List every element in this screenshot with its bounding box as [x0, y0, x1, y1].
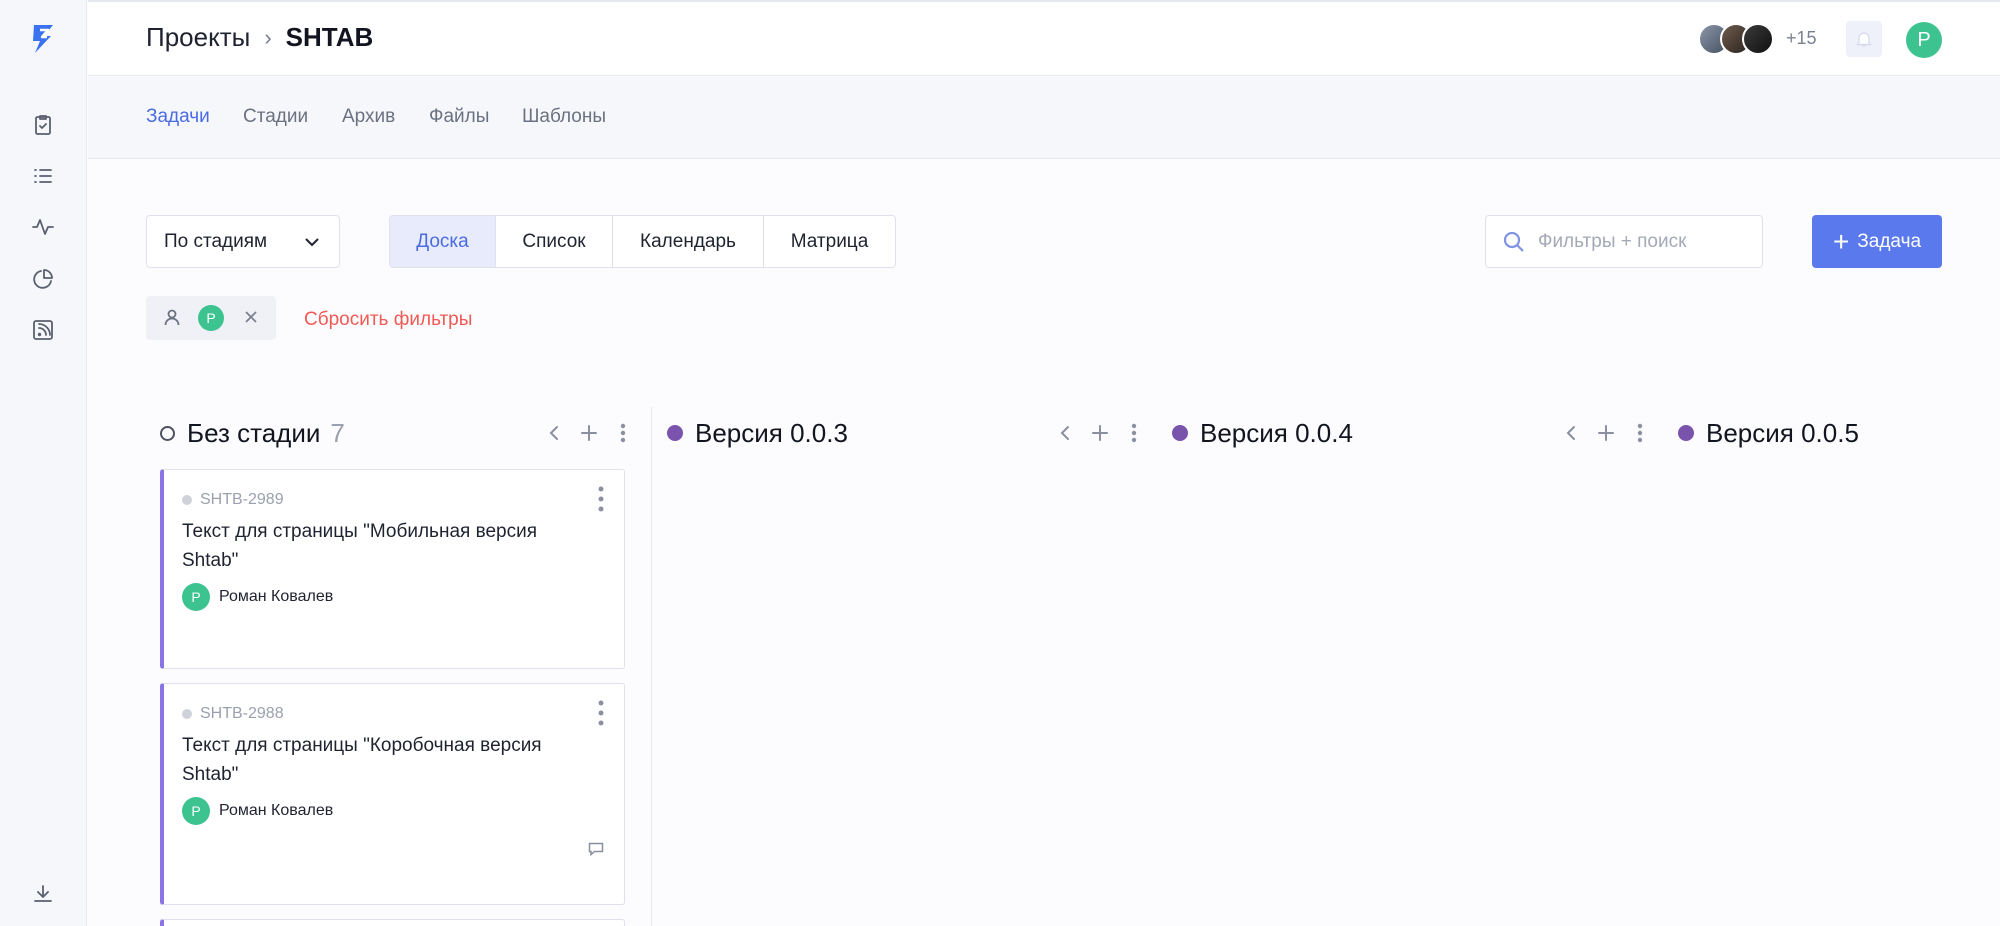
activity-icon[interactable]: [29, 213, 57, 241]
tab-tasks[interactable]: Задачи: [146, 106, 210, 128]
task-id: SHTB-2988: [182, 705, 284, 723]
close-icon[interactable]: [242, 308, 260, 326]
view-board-button[interactable]: Доска: [390, 216, 496, 267]
stage-dot: [1678, 425, 1694, 441]
search-box: [1485, 215, 1763, 268]
assignee-name: Роман Ковалев: [219, 802, 334, 819]
plus-icon: +: [1832, 225, 1850, 257]
task-assignee[interactable]: Р Роман Ковалев: [182, 797, 333, 825]
tab-templates[interactable]: Шаблоны: [522, 106, 606, 128]
column-header-version-005: Версия 0.0.5: [1678, 417, 1859, 449]
pie-chart-icon[interactable]: [29, 265, 57, 293]
view-switcher: Доска Список Календарь Матрица: [389, 215, 896, 268]
column-actions: [1560, 421, 1652, 445]
column-title: Версия 0.0.3: [695, 417, 848, 448]
add-card-icon[interactable]: [1594, 421, 1618, 445]
column-header-no-stage: Без стадии 7: [160, 417, 345, 449]
filter-assignee-avatar: Р: [198, 305, 224, 331]
collapse-left-icon[interactable]: [543, 421, 567, 445]
task-card[interactable]: [160, 919, 625, 926]
assignee-avatar: Р: [182, 583, 210, 611]
priority-dot: [182, 709, 192, 719]
assignee-name: Роман Ковалев: [219, 588, 334, 605]
group-by-select[interactable]: По стадиям: [146, 215, 340, 268]
chevron-right-icon: ›: [264, 24, 272, 50]
add-task-label: Задача: [1857, 230, 1922, 252]
tab-files[interactable]: Файлы: [429, 106, 489, 128]
column-divider: [651, 407, 652, 926]
sidebar: [0, 0, 87, 926]
tab-stages[interactable]: Стадии: [243, 106, 308, 128]
stage-dot: [1172, 425, 1188, 441]
chevron-down-icon: [305, 238, 319, 247]
group-by-value: По стадиям: [164, 230, 268, 252]
task-title[interactable]: Текст для страницы "Мобильная версия Sht…: [182, 517, 582, 575]
task-id-text: SHTB-2988: [200, 705, 284, 722]
add-card-icon[interactable]: [577, 421, 601, 445]
reset-filters-link[interactable]: Сбросить фильтры: [304, 309, 472, 331]
stage-empty-dot: [160, 425, 175, 441]
more-vertical-icon[interactable]: [1628, 421, 1652, 445]
tab-archive[interactable]: Архив: [342, 106, 395, 128]
column-actions: [1054, 421, 1146, 445]
rss-icon[interactable]: [29, 316, 57, 344]
members-more-count[interactable]: +15: [1786, 28, 1817, 49]
search-icon: [1503, 231, 1524, 252]
person-icon: [164, 309, 180, 326]
task-id: SHTB-2989: [182, 491, 284, 509]
top-bar: Проекты › SHTAB +15 Р: [88, 0, 2000, 76]
column-header-version-004: Версия 0.0.4: [1172, 417, 1353, 449]
assignee-filter-chip[interactable]: Р: [146, 296, 276, 340]
assignee-avatar: Р: [182, 797, 210, 825]
clipboard-check-icon[interactable]: [29, 111, 57, 139]
column-title: Версия 0.0.5: [1706, 417, 1859, 448]
bell-icon: [1856, 32, 1872, 47]
task-card[interactable]: SHTB-2989 Текст для страницы "Мобильная …: [160, 469, 625, 669]
member-avatar[interactable]: [1742, 23, 1774, 55]
card-more-vertical-icon[interactable]: [596, 486, 606, 512]
column-title: Версия 0.0.4: [1200, 417, 1353, 448]
task-id-text: SHTB-2989: [200, 491, 284, 508]
project-tabs: Задачи Стадии Архив Файлы Шаблоны: [88, 77, 2000, 159]
more-vertical-icon[interactable]: [611, 421, 635, 445]
search-input[interactable]: [1538, 230, 1748, 253]
breadcrumb-projects-link[interactable]: Проекты: [146, 22, 250, 53]
column-count: 7: [330, 417, 345, 448]
view-calendar-button[interactable]: Календарь: [613, 216, 764, 267]
shtab-logo[interactable]: [26, 22, 60, 56]
view-matrix-button[interactable]: Матрица: [764, 216, 895, 267]
card-more-vertical-icon[interactable]: [596, 700, 606, 726]
more-vertical-icon[interactable]: [1122, 421, 1146, 445]
view-list-button[interactable]: Список: [496, 216, 613, 267]
project-members[interactable]: [1698, 23, 1774, 55]
priority-dot: [182, 495, 192, 505]
collapse-left-icon[interactable]: [1054, 421, 1078, 445]
collapse-left-icon[interactable]: [1560, 421, 1584, 445]
task-card[interactable]: SHTB-2988 Текст для страницы "Коробочная…: [160, 683, 625, 905]
add-task-button[interactable]: + Задача: [1812, 215, 1942, 268]
task-assignee[interactable]: Р Роман Ковалев: [182, 583, 333, 611]
column-actions: [543, 421, 635, 445]
project-title: SHTAB: [285, 22, 374, 52]
add-card-icon[interactable]: [1088, 421, 1112, 445]
column-title: Без стадии: [187, 417, 321, 448]
download-icon[interactable]: [29, 880, 57, 908]
notifications-button[interactable]: [1846, 21, 1882, 57]
comment-icon: [588, 842, 604, 856]
list-icon[interactable]: [29, 162, 57, 190]
task-title[interactable]: Текст для страницы "Коробочная версия Sh…: [182, 731, 582, 789]
user-avatar[interactable]: Р: [1906, 22, 1942, 58]
stage-dot: [667, 425, 683, 441]
breadcrumb: Проекты › SHTAB: [146, 22, 373, 53]
column-header-version-003: Версия 0.0.3: [667, 417, 848, 449]
